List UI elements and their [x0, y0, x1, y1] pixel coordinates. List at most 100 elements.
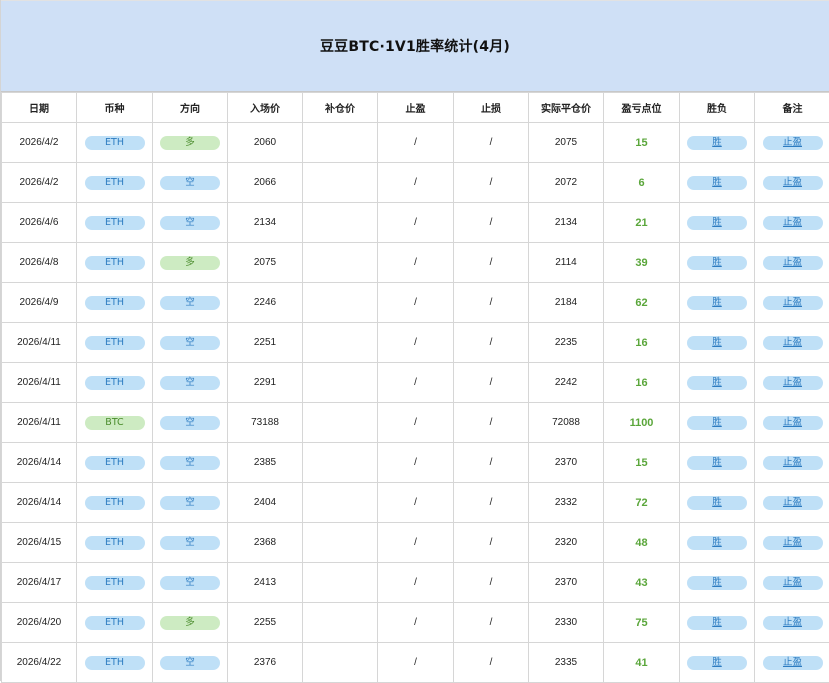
cell-add-price[interactable]	[303, 643, 378, 683]
cell-stop-loss[interactable]: /	[454, 363, 529, 403]
cell-note[interactable]: 止盈	[755, 443, 829, 483]
cell-entry-price[interactable]: 2134	[228, 203, 303, 243]
coin-pill[interactable]: ETH	[85, 176, 145, 190]
result-pill[interactable]: 胜	[687, 536, 747, 550]
cell-stop-loss[interactable]: /	[454, 563, 529, 603]
cell-result[interactable]: 胜	[680, 443, 755, 483]
header-add-price[interactable]: 补仓价	[303, 93, 378, 123]
cell-coin[interactable]: ETH	[77, 643, 153, 683]
cell-add-price[interactable]	[303, 603, 378, 643]
cell-add-price[interactable]	[303, 123, 378, 163]
cell-close-price[interactable]: 2335	[529, 643, 604, 683]
cell-close-price[interactable]: 2370	[529, 443, 604, 483]
cell-add-price[interactable]	[303, 523, 378, 563]
cell-entry-price[interactable]: 2291	[228, 363, 303, 403]
cell-take-profit[interactable]: /	[378, 643, 454, 683]
cell-add-price[interactable]	[303, 483, 378, 523]
cell-note[interactable]: 止盈	[755, 563, 829, 603]
cell-entry-price[interactable]: 2251	[228, 323, 303, 363]
coin-pill[interactable]: ETH	[85, 456, 145, 470]
cell-points[interactable]: 16	[604, 323, 680, 363]
coin-pill[interactable]: ETH	[85, 576, 145, 590]
header-stop-loss[interactable]: 止损	[454, 93, 529, 123]
cell-stop-loss[interactable]: /	[454, 243, 529, 283]
note-pill[interactable]: 止盈	[763, 536, 823, 550]
cell-close-price[interactable]: 2332	[529, 483, 604, 523]
cell-result[interactable]: 胜	[680, 323, 755, 363]
direction-pill[interactable]: 空	[160, 176, 220, 190]
cell-take-profit[interactable]: /	[378, 523, 454, 563]
cell-add-price[interactable]	[303, 403, 378, 443]
cell-entry-price[interactable]: 2075	[228, 243, 303, 283]
coin-pill[interactable]: ETH	[85, 296, 145, 310]
header-direction[interactable]: 方向	[153, 93, 228, 123]
cell-add-price[interactable]	[303, 163, 378, 203]
cell-coin[interactable]: ETH	[77, 123, 153, 163]
direction-pill[interactable]: 空	[160, 576, 220, 590]
cell-date[interactable]: 2026/4/17	[2, 563, 77, 603]
cell-date[interactable]: 2026/4/14	[2, 483, 77, 523]
coin-pill[interactable]: ETH	[85, 496, 145, 510]
cell-note[interactable]: 止盈	[755, 323, 829, 363]
cell-date[interactable]: 2026/4/2	[2, 163, 77, 203]
cell-points[interactable]: 39	[604, 243, 680, 283]
header-take-profit[interactable]: 止盈	[378, 93, 454, 123]
header-entry-price[interactable]: 入场价	[228, 93, 303, 123]
cell-entry-price[interactable]: 2413	[228, 563, 303, 603]
cell-direction[interactable]: 空	[153, 443, 228, 483]
coin-pill[interactable]: ETH	[85, 336, 145, 350]
cell-result[interactable]: 胜	[680, 363, 755, 403]
cell-direction[interactable]: 空	[153, 563, 228, 603]
direction-pill[interactable]: 空	[160, 376, 220, 390]
cell-date[interactable]: 2026/4/9	[2, 283, 77, 323]
direction-pill[interactable]: 空	[160, 656, 220, 670]
note-pill[interactable]: 止盈	[763, 616, 823, 630]
cell-result[interactable]: 胜	[680, 563, 755, 603]
cell-note[interactable]: 止盈	[755, 163, 829, 203]
cell-take-profit[interactable]: /	[378, 363, 454, 403]
cell-note[interactable]: 止盈	[755, 283, 829, 323]
cell-date[interactable]: 2026/4/6	[2, 203, 77, 243]
note-pill[interactable]: 止盈	[763, 376, 823, 390]
header-date[interactable]: 日期	[2, 93, 77, 123]
cell-entry-price[interactable]: 73188	[228, 403, 303, 443]
coin-pill[interactable]: ETH	[85, 256, 145, 270]
note-pill[interactable]: 止盈	[763, 336, 823, 350]
cell-entry-price[interactable]: 2376	[228, 643, 303, 683]
note-pill[interactable]: 止盈	[763, 296, 823, 310]
cell-result[interactable]: 胜	[680, 483, 755, 523]
cell-stop-loss[interactable]: /	[454, 603, 529, 643]
cell-coin[interactable]: ETH	[77, 283, 153, 323]
cell-date[interactable]: 2026/4/2	[2, 123, 77, 163]
result-pill[interactable]: 胜	[687, 136, 747, 150]
cell-points[interactable]: 43	[604, 563, 680, 603]
cell-note[interactable]: 止盈	[755, 403, 829, 443]
coin-pill[interactable]: ETH	[85, 216, 145, 230]
cell-entry-price[interactable]: 2404	[228, 483, 303, 523]
cell-direction[interactable]: 空	[153, 363, 228, 403]
header-result[interactable]: 胜负	[680, 93, 755, 123]
cell-note[interactable]: 止盈	[755, 523, 829, 563]
cell-coin[interactable]: ETH	[77, 523, 153, 563]
cell-points[interactable]: 6	[604, 163, 680, 203]
cell-direction[interactable]: 空	[153, 403, 228, 443]
header-close-price[interactable]: 实际平仓价	[529, 93, 604, 123]
cell-close-price[interactable]: 2242	[529, 363, 604, 403]
cell-coin[interactable]: ETH	[77, 483, 153, 523]
cell-close-price[interactable]: 2075	[529, 123, 604, 163]
direction-pill[interactable]: 空	[160, 496, 220, 510]
cell-direction[interactable]: 空	[153, 283, 228, 323]
result-pill[interactable]: 胜	[687, 656, 747, 670]
cell-points[interactable]: 15	[604, 123, 680, 163]
cell-close-price[interactable]: 72088	[529, 403, 604, 443]
cell-points[interactable]: 15	[604, 443, 680, 483]
note-pill[interactable]: 止盈	[763, 656, 823, 670]
cell-take-profit[interactable]: /	[378, 443, 454, 483]
cell-points[interactable]: 75	[604, 603, 680, 643]
cell-add-price[interactable]	[303, 203, 378, 243]
cell-result[interactable]: 胜	[680, 203, 755, 243]
cell-direction[interactable]: 空	[153, 643, 228, 683]
result-pill[interactable]: 胜	[687, 616, 747, 630]
cell-direction[interactable]: 空	[153, 163, 228, 203]
cell-coin[interactable]: ETH	[77, 323, 153, 363]
